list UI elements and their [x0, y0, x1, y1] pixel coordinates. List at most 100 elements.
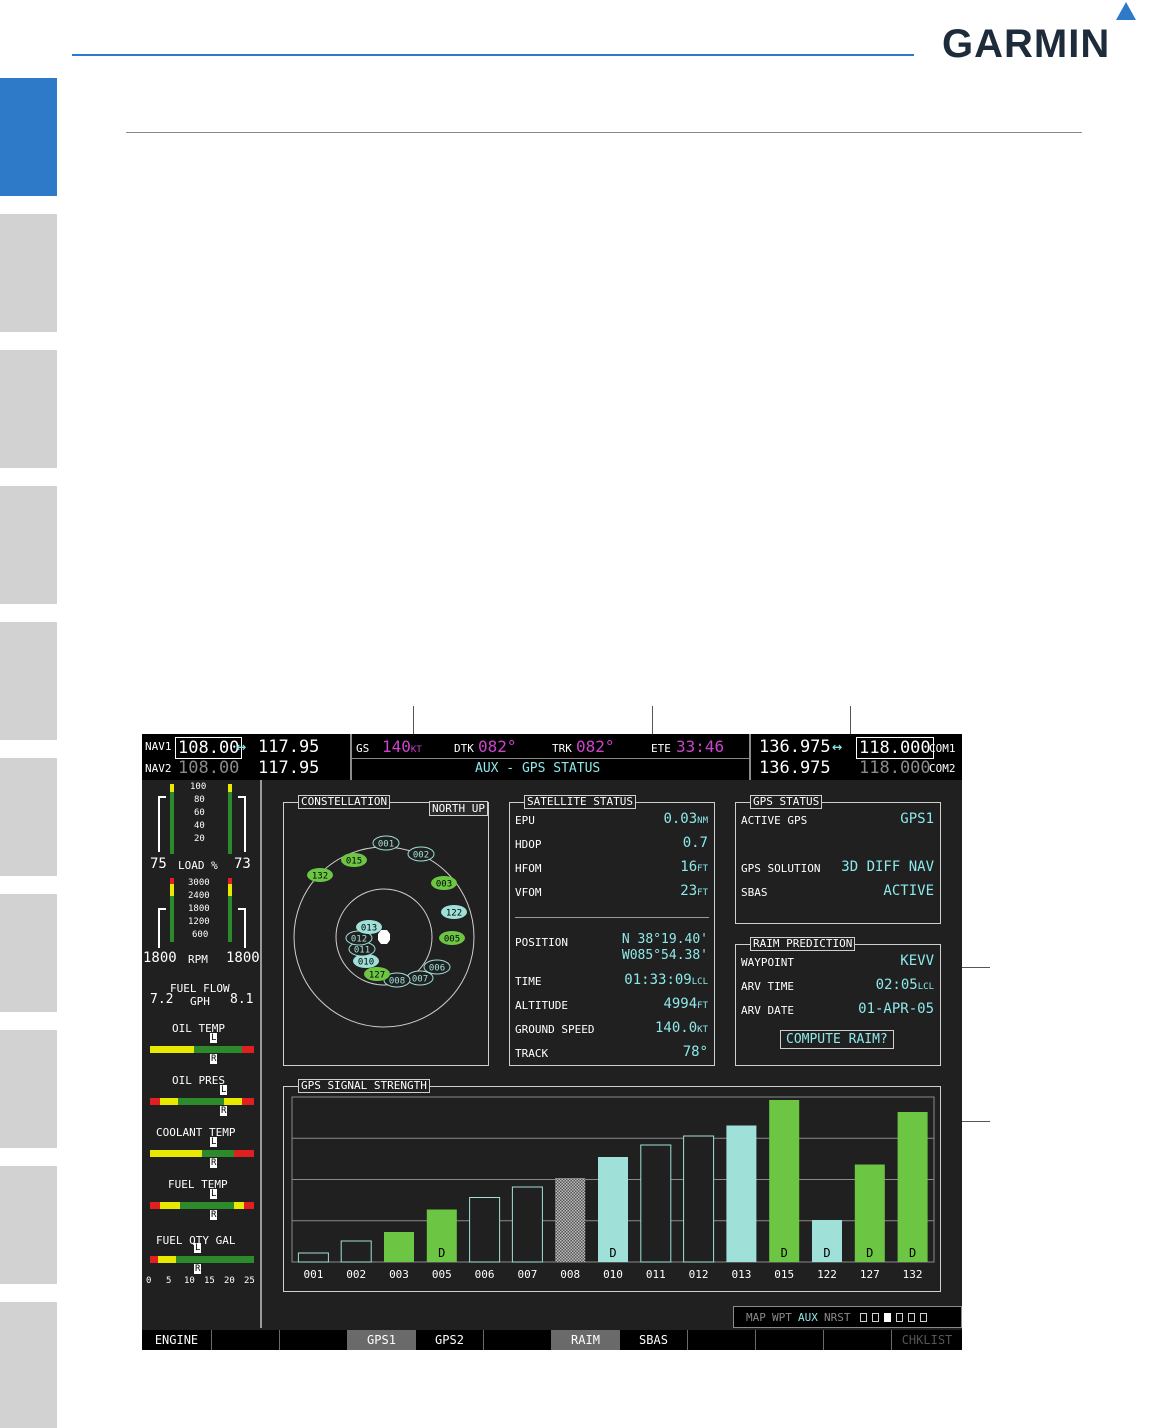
softkey-gps2[interactable]: GPS2	[416, 1330, 484, 1350]
satellite-122: 122	[441, 905, 467, 919]
fuel-flow-unit: GPH	[190, 995, 210, 1008]
page-box	[872, 1313, 879, 1322]
signal-bar-002	[340, 1240, 372, 1263]
gps-status-title: GPS STATUS	[750, 795, 823, 809]
fuel-flow-right-value: 8.1	[230, 992, 254, 1007]
satellite-label: 006	[429, 964, 445, 974]
softkey-raim[interactable]: RAIM	[552, 1330, 620, 1350]
chapter-tab[interactable]	[0, 486, 57, 604]
rpm-bar-right	[228, 896, 232, 942]
mfd-display: NAV1 108.00 ↔ 117.95 NAV2 108.00 117.95 …	[142, 734, 962, 1350]
chapter-tab[interactable]	[0, 894, 57, 1012]
rpm-bracket-left	[158, 908, 166, 948]
waypoint-value[interactable]: KEVV	[900, 953, 934, 969]
diff-marker: D	[823, 1246, 830, 1260]
page-box	[860, 1313, 867, 1322]
signal-bar-012	[683, 1135, 715, 1263]
arv-time-value[interactable]: 02:05LCL	[876, 977, 934, 993]
ground-speed-value: 140.0KT	[655, 1020, 708, 1036]
load-tick: 20	[194, 834, 205, 844]
nav2-active-frequency[interactable]: 108.00	[178, 758, 239, 778]
chapter-tab[interactable]	[0, 622, 57, 740]
softkey-sbas[interactable]: SBAS	[620, 1330, 688, 1350]
satellite-label: 122	[446, 909, 462, 919]
nav1-standby-frequency[interactable]: 117.95	[258, 737, 319, 757]
time-value: 01:33:09LCL	[624, 972, 708, 988]
oil-temp-pointer-left: L	[210, 1033, 218, 1043]
oil-pres-label: OIL PRES	[172, 1074, 225, 1087]
satellite-tick-label: 007	[517, 1268, 537, 1281]
diff-marker: D	[909, 1246, 916, 1260]
nav1-active-frequency[interactable]: 108.00	[175, 737, 243, 759]
softkey-engine[interactable]: ENGINE	[142, 1330, 212, 1350]
rpm-tick: 1800	[188, 904, 210, 914]
com2-label: COM2	[929, 762, 956, 775]
chapter-tab[interactable]	[0, 350, 57, 468]
softkey-blank[interactable]	[484, 1330, 552, 1350]
com1-standby-frequency[interactable]: 136.975	[759, 737, 831, 757]
constellation-panel: CONSTELLATION NORTH UP 001 002 003 005 006 00…	[283, 795, 489, 1066]
satellite-015: 015	[341, 853, 367, 867]
top-status-bar: NAV1 108.00 ↔ 117.95 NAV2 108.00 117.95 …	[142, 734, 962, 780]
nav2-standby-frequency[interactable]: 117.95	[258, 758, 319, 778]
compute-raim-button[interactable]: COMPUTE RAIM?	[780, 1030, 894, 1049]
chapter-tab-active[interactable]	[0, 78, 57, 196]
satellite-tick-label: 132	[903, 1268, 923, 1281]
epu-value: 0.03NM	[663, 811, 708, 827]
satellite-tick-label: 010	[603, 1268, 623, 1281]
com1-active-frequency[interactable]: 118.000	[856, 737, 934, 759]
softkey-blank[interactable]	[280, 1330, 348, 1350]
swap-arrow-icon: ↔	[832, 737, 843, 757]
softkey-blank[interactable]	[688, 1330, 756, 1350]
satellite-label: 001	[378, 840, 394, 850]
garmin-logo: GARMIN	[942, 0, 1142, 70]
arv-date-value[interactable]: 01-APR-05	[858, 1001, 934, 1017]
satellite-tick-label: 005	[432, 1268, 452, 1281]
chapter-tab[interactable]	[0, 758, 57, 876]
signal-strength-panel: GPS SIGNAL STRENGTH 001 002 003 D 005 006 007 0…	[283, 1079, 941, 1292]
altitude-value: 4994FT	[663, 996, 708, 1012]
satellite-tick-label: 003	[389, 1268, 409, 1281]
chapter-tab[interactable]	[0, 1302, 57, 1428]
signal-bar-006	[469, 1197, 501, 1263]
vfom-label: VFOM	[515, 886, 542, 899]
fuel-qty-tick: 20	[224, 1276, 235, 1286]
logo-text: GARMIN	[942, 22, 1111, 66]
chapter-tab[interactable]	[0, 214, 57, 332]
fuel-flow-left-value: 7.2	[150, 992, 174, 1007]
satellite-label: 010	[358, 958, 374, 968]
satellite-007: 007	[406, 970, 434, 986]
load-tick: 100	[190, 782, 207, 792]
load-bar-left	[170, 792, 174, 854]
softkey-blank[interactable]	[824, 1330, 892, 1350]
load-bracket-right	[238, 796, 246, 852]
softkey-gps1[interactable]: GPS1	[348, 1330, 416, 1350]
satellite-tick-label: 127	[860, 1268, 880, 1281]
satellite-003: 003	[431, 876, 457, 890]
softkey-blank[interactable]	[756, 1330, 824, 1350]
page-box	[908, 1313, 915, 1322]
page-box	[920, 1313, 927, 1322]
satellite-label: 002	[413, 851, 429, 861]
softkey-blank[interactable]	[212, 1330, 280, 1350]
ete-value: 33:46	[676, 737, 725, 756]
rpm-tick: 600	[192, 930, 209, 940]
chapter-tab[interactable]	[0, 1166, 57, 1284]
raim-prediction-title: RAIM PREDICTION	[750, 937, 856, 951]
arv-time-label: ARV TIME	[741, 980, 794, 993]
signal-bar-013	[726, 1125, 757, 1262]
ground-speed-label: GROUND SPEED	[515, 1023, 595, 1036]
arv-date-label: ARV DATE	[741, 1004, 794, 1017]
oil-temp-pointer-right: R	[210, 1054, 218, 1064]
satellite-127: 127	[364, 967, 390, 981]
dtk-label: DTK	[454, 742, 474, 755]
coolant-temp-label: COOLANT TEMP	[156, 1126, 236, 1139]
rpm-left-value: 1800	[143, 950, 177, 966]
softkey-checklist[interactable]: CHKLIST	[892, 1330, 962, 1350]
divider	[515, 917, 709, 918]
load-right-value: 73	[234, 856, 251, 872]
divider	[350, 734, 352, 780]
com2-standby-frequency[interactable]: 136.975	[759, 758, 831, 778]
com2-active-frequency[interactable]: 118.000	[859, 758, 931, 778]
chapter-tab[interactable]	[0, 1030, 57, 1148]
